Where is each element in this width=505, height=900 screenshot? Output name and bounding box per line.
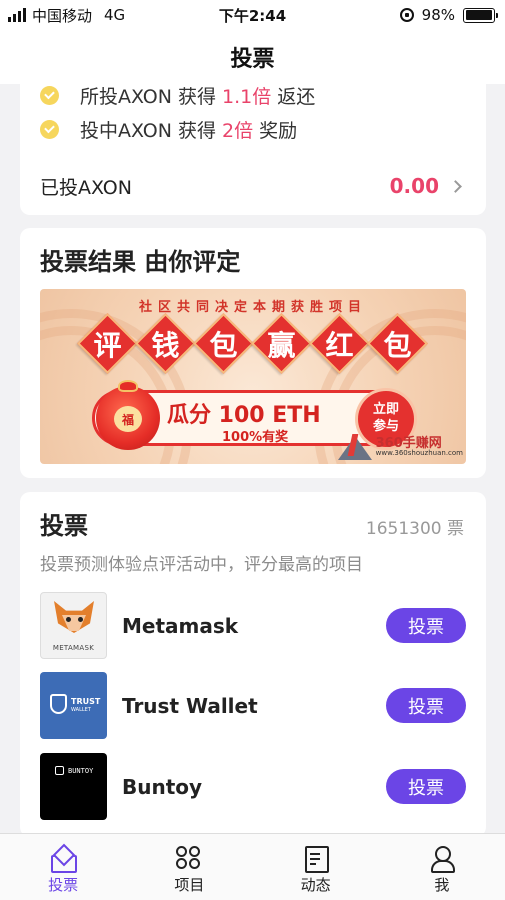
logo-caption: WALLET [71, 707, 91, 713]
user-icon [429, 846, 455, 873]
battery-icon [463, 7, 498, 23]
tab-news[interactable]: 动态 [253, 834, 379, 900]
prize-sub-text: 100%有奖 [222, 430, 289, 445]
tab-label: 投票 [48, 876, 79, 894]
voted-axon-value: 0.00 [389, 174, 439, 198]
join-label: 参与 [372, 419, 399, 434]
headline-char: 包 [383, 329, 412, 362]
vote-button[interactable]: 投票 [386, 608, 466, 643]
promo-banner[interactable]: 社区共同决定本期获胜项目 评 钱 包 赢 红 包 瓜分 100 ETH 100%… [40, 289, 466, 464]
reward-rule-row: 投中AXON 获得 2倍 奖励 [40, 116, 297, 143]
join-label: 立即 [372, 402, 399, 417]
tab-label: 我 [434, 876, 450, 894]
headline-char-tile: 赢 [251, 313, 312, 374]
headline-char: 评 [93, 329, 122, 362]
list-item[interactable]: TRUST WALLET Trust Wallet 投票 [40, 672, 466, 739]
status-bar: 中国移动 4G 下午2:44 98% [0, 0, 505, 30]
banner-subtitle: 社区共同决定本期获胜项目 [138, 300, 367, 315]
check-circle-icon [40, 86, 59, 105]
lucky-bag-icon: 福 [96, 380, 160, 450]
voted-axon-row[interactable]: 已投AXON 0.00 [40, 172, 464, 200]
tab-me[interactable]: 我 [379, 834, 505, 900]
headline-char-tile: 钱 [135, 313, 196, 374]
reward-rule-suffix: 返还 [277, 86, 316, 108]
headline-char-tile: 评 [77, 313, 138, 374]
voted-axon-label: 已投AXON [40, 176, 132, 199]
shield-icon [50, 694, 67, 714]
buntoy-logo: BUNTOY [40, 753, 107, 820]
page-title: 投票 [230, 47, 275, 72]
reward-rule-text: 所投AXON 获得 [80, 86, 217, 108]
reward-rule-row: 所投AXON 获得 1.1倍 返还 [40, 82, 315, 109]
list-item[interactable]: BUNTOY Buntoy 投票 [40, 753, 466, 820]
project-name: Metamask [122, 613, 239, 638]
headline-char: 钱 [151, 329, 180, 362]
trust-wallet-logo: TRUST WALLET [40, 672, 107, 739]
reward-multiplier: 2倍 [222, 120, 254, 142]
grid-icon [176, 846, 202, 870]
bottom-tab-bar: 投票 项目 动态 我 [0, 833, 505, 900]
headline-char: 红 [325, 329, 354, 362]
logo-caption: METAMASK [52, 644, 95, 652]
tab-label: 动态 [300, 876, 331, 894]
watermark-url: www.360shouzhuan.com [375, 449, 463, 457]
logo-caption: TRUST [71, 697, 101, 706]
check-circle-icon [40, 120, 59, 139]
orientation-lock-icon [399, 8, 414, 22]
headline-char-tile: 红 [309, 313, 370, 374]
battery-percent: 98% [421, 6, 455, 24]
reward-card: 所投AXON 获得 1.1倍 返还 投中AXON 获得 2倍 奖励 已投AXON… [20, 78, 486, 215]
section-title: 投票 [40, 512, 88, 540]
vote-button[interactable]: 投票 [386, 769, 466, 804]
banner-headline: 评 钱 包 赢 红 包 [77, 313, 428, 374]
vote-list-card: 投票 1651300 票 投票预测体验点评活动中，评分最高的项目 METAMAS… [20, 492, 486, 837]
document-icon [303, 846, 329, 873]
ballot-box-icon [50, 846, 78, 873]
vote-button[interactable]: 投票 [386, 688, 466, 723]
project-name: Buntoy [122, 774, 203, 799]
vote-result-card: 投票结果 由你评定 社区共同决定本期获胜项目 评 钱 包 赢 红 包 瓜分 10… [20, 228, 486, 478]
headline-char: 赢 [267, 329, 296, 362]
watermark-logo-icon [336, 434, 374, 460]
reward-rule-suffix: 奖励 [259, 120, 298, 142]
section-title: 投票结果 由你评定 [40, 248, 241, 276]
logo-caption: BUNTOY [68, 767, 94, 775]
headline-char-tile: 包 [367, 313, 428, 374]
navigation-bar: 投票 [0, 30, 505, 84]
lucky-bag-label: 福 [114, 406, 142, 432]
headline-char: 包 [209, 329, 238, 362]
total-vote-count: 1651300 票 [365, 519, 464, 539]
tab-projects[interactable]: 项目 [126, 834, 252, 900]
reward-rule-text: 投中AXON 获得 [80, 120, 217, 142]
watermark: 360手赚网 www.360shouzhuan.com [336, 434, 463, 460]
reward-multiplier: 1.1倍 [222, 86, 272, 108]
prize-main-text: 瓜分 100 ETH [167, 403, 321, 428]
headline-char-tile: 包 [193, 313, 254, 374]
tab-vote[interactable]: 投票 [0, 834, 126, 900]
section-description: 投票预测体验点评活动中，评分最高的项目 [40, 555, 363, 575]
tab-label: 项目 [174, 876, 205, 894]
list-item[interactable]: METAMASK Metamask 投票 [40, 592, 466, 659]
project-name: Trust Wallet [122, 693, 258, 718]
metamask-logo: METAMASK [40, 592, 107, 659]
battery-level [465, 10, 492, 20]
chevron-right-icon [449, 179, 462, 193]
